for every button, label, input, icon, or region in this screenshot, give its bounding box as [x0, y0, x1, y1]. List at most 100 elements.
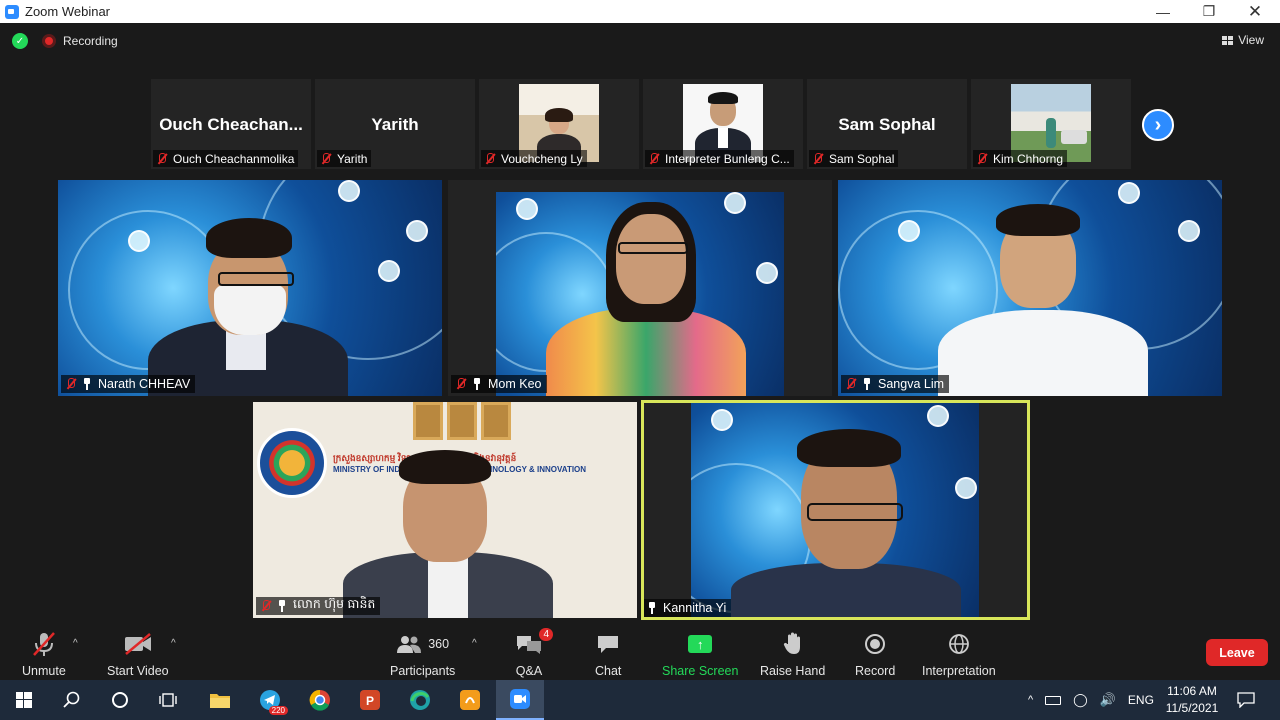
muted-mic-icon [64, 377, 78, 391]
record-label: Record [855, 664, 896, 678]
cortana-icon[interactable] [96, 680, 144, 720]
strip-tile[interactable]: Vouchcheng Ly [479, 79, 639, 169]
muted-mic-icon [259, 599, 273, 613]
muted-mic-icon [844, 377, 858, 391]
portrait-frames [413, 402, 511, 440]
participant-name: Ouch Cheachanmolika [173, 151, 295, 166]
windows-taskbar: 220 P ^ ◯ 🔊 ENG 11:06 AM 11/5/2021 [0, 680, 1280, 720]
participants-button[interactable]: 360 Participants [390, 630, 455, 678]
clock-date: 11/5/2021 [1165, 701, 1219, 715]
battery-icon[interactable] [1045, 695, 1062, 705]
encryption-shield-icon[interactable]: ✓ [12, 33, 28, 49]
pin-icon [647, 602, 657, 614]
video-tile[interactable]: ក្រសួងឧស្សាហកម្ម វិទ្យាសាស្ត្រ បច្ចេកវិទ… [253, 402, 637, 618]
powerpoint-icon[interactable]: P [346, 680, 394, 720]
windows-start-icon[interactable] [0, 680, 48, 720]
leave-button[interactable]: Leave [1206, 639, 1268, 666]
share-screen-button[interactable]: ↑ Share Screen [662, 630, 738, 678]
participants-options-chevron-icon[interactable]: ^ [472, 638, 477, 649]
status-bar: ✓ Recording [12, 33, 118, 49]
close-icon[interactable]: ✕ [1232, 0, 1278, 23]
chat-button[interactable]: Chat [595, 630, 621, 678]
participant-name: Vouchcheng Ly [501, 151, 583, 166]
participants-count: 360 [428, 637, 450, 651]
participant-name: Kannitha Yi [663, 601, 727, 615]
muted-mic-icon [454, 377, 468, 391]
participant-name-display: Ouch Cheachan... [159, 115, 303, 134]
participant-name-display: Sam Sophal [838, 115, 936, 134]
wifi-icon[interactable]: ◯ [1073, 692, 1088, 708]
meeting-area: ✓ Recording View Ouch Cheachan... Ouch C… [0, 23, 1280, 628]
strip-tile[interactable]: Interpreter Bunleng C... [643, 79, 803, 169]
qa-label: Q&A [515, 664, 543, 678]
grid-view-icon [1222, 35, 1234, 45]
strip-tile[interactable]: Yarith Yarith [315, 79, 475, 169]
chrome-icon[interactable] [296, 680, 344, 720]
participant-name-display: Yarith [371, 115, 419, 134]
strip-tile[interactable]: Kim Chhorng [971, 79, 1131, 169]
participant-name: Yarith [337, 151, 368, 166]
active-speaker-tile[interactable]: Kannitha Yi [641, 400, 1030, 620]
share-screen-label: Share Screen [662, 664, 739, 678]
chat-bubble-icon [598, 636, 619, 653]
raise-hand-label: Raise Hand [760, 664, 826, 678]
unmute-label: Unmute [22, 664, 66, 678]
muted-mic-icon [647, 152, 661, 166]
participant-strip: Ouch Cheachan... Ouch Cheachanmolika Yar… [151, 79, 1131, 169]
telegram-icon[interactable]: 220 [246, 680, 294, 720]
muted-mic-icon [811, 152, 825, 166]
participants-label: Participants [390, 664, 456, 678]
interpretation-button[interactable]: Interpretation [922, 630, 996, 678]
system-clock[interactable]: 11:06 AM 11/5/2021 [1160, 683, 1224, 717]
participant-label: Mom Keo [451, 375, 547, 393]
strip-tile[interactable]: Ouch Cheachan... Ouch Cheachanmolika [151, 79, 311, 169]
participant-label: Sam Sophal [809, 150, 899, 167]
muted-mic-icon [483, 152, 497, 166]
volume-icon[interactable]: 🔊 [1100, 692, 1116, 708]
input-language[interactable]: ENG [1128, 693, 1154, 707]
notification-center-icon[interactable] [1222, 680, 1270, 720]
start-video-button[interactable]: Start Video [107, 630, 169, 678]
qa-badge: 4 [539, 628, 553, 641]
file-explorer-icon[interactable] [196, 680, 244, 720]
clock-time: 11:06 AM [1167, 684, 1217, 698]
share-screen-arrow-icon: ↑ [688, 635, 713, 653]
zoom-taskbar-icon[interactable] [496, 680, 544, 720]
interpretation-label: Interpretation [922, 664, 996, 678]
participant-label: Ouch Cheachanmolika [153, 150, 299, 167]
unmute-button[interactable]: Unmute [22, 630, 66, 678]
pin-icon [862, 378, 872, 390]
view-button[interactable]: View [1222, 33, 1264, 47]
participant-name: Sam Sophal [829, 151, 895, 166]
search-icon[interactable] [48, 680, 96, 720]
title-bar: Zoom Webinar — ❐ ✕ [0, 0, 1280, 23]
show-hidden-icons-chevron-icon[interactable]: ^ [1028, 694, 1033, 706]
video-tile[interactable]: Sangva Lim [838, 180, 1222, 396]
minimize-icon[interactable]: — [1140, 0, 1186, 23]
participant-label: Yarith [317, 150, 372, 167]
record-button[interactable]: Record [855, 630, 895, 678]
window-title: Zoom Webinar [25, 4, 111, 19]
view-label: View [1238, 33, 1264, 47]
pdf-reader-icon[interactable] [446, 680, 494, 720]
video-options-chevron-icon[interactable]: ^ [171, 638, 176, 649]
muted-microphone-icon [32, 632, 55, 656]
raise-hand-button[interactable]: Raise Hand [760, 630, 825, 678]
recording-indicator[interactable]: Recording [42, 34, 118, 48]
start-video-label: Start Video [107, 664, 169, 678]
audio-options-chevron-icon[interactable]: ^ [73, 638, 78, 649]
participant-label: លោក ហ៊ុម ធានិត [256, 597, 381, 615]
participant-label: Sangva Lim [841, 375, 950, 393]
task-view-icon[interactable] [144, 680, 192, 720]
strip-tile[interactable]: Sam Sophal Sam Sophal [807, 79, 967, 169]
video-tile[interactable]: Mom Keo [448, 180, 832, 396]
next-page-arrow-icon[interactable]: › [1142, 109, 1174, 141]
restore-icon[interactable]: ❐ [1186, 0, 1232, 23]
participant-name: Kim Chhorng [993, 151, 1064, 166]
participants-icon [397, 636, 422, 653]
qa-button[interactable]: 4 Q&A [515, 628, 553, 678]
pin-icon [472, 378, 482, 390]
edge-icon[interactable] [396, 680, 444, 720]
participant-label: Narath CHHEAV [61, 375, 196, 393]
video-tile[interactable]: Narath CHHEAV [58, 180, 442, 396]
